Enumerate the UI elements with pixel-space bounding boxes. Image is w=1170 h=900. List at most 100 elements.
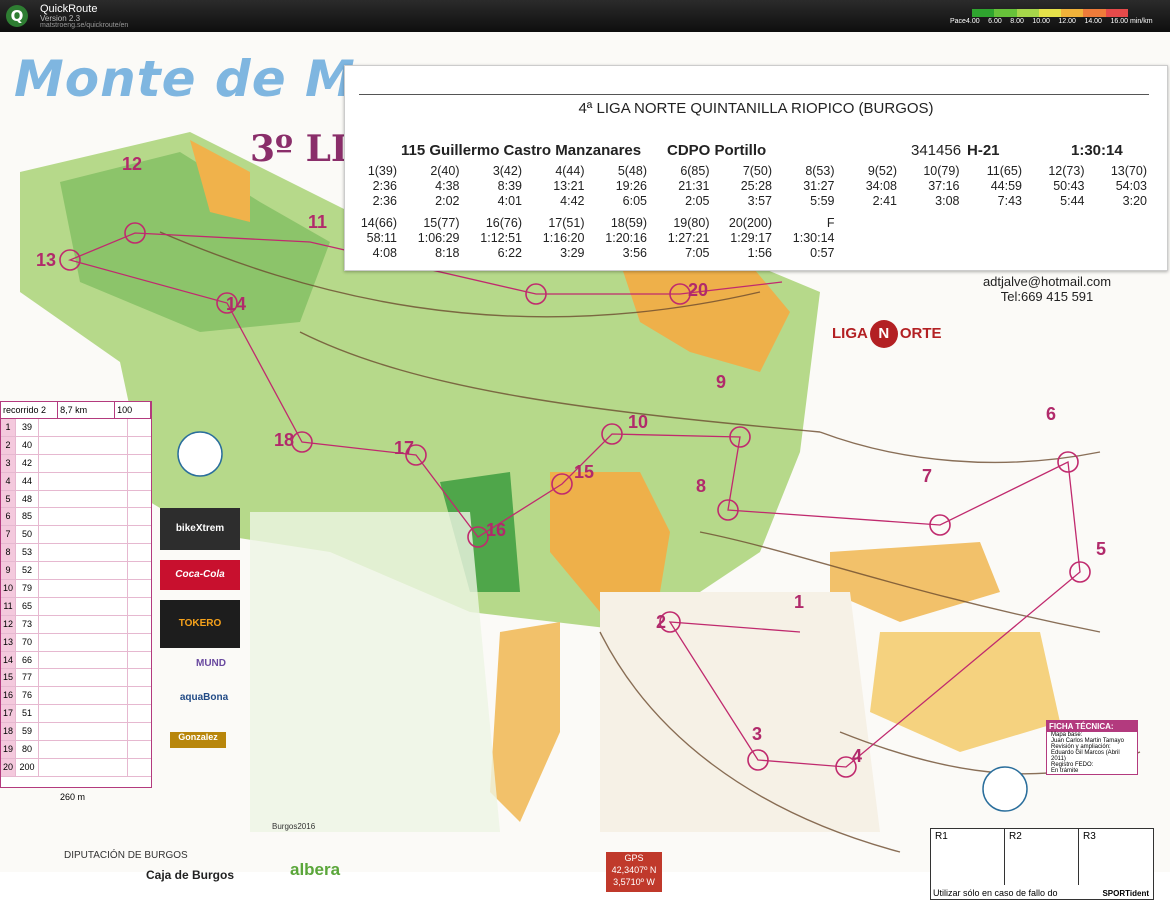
description-row: 17 51	[1, 705, 151, 724]
description-row: 7 50	[1, 526, 151, 545]
description-row: 2 40	[1, 436, 151, 455]
control-number: 3	[752, 724, 763, 744]
pace-tick: 16.00	[1110, 18, 1128, 25]
runner-name: 115 Guillermo Castro Manzanares	[401, 142, 642, 159]
split-cell: F 1:30:14 0:57	[792, 216, 835, 260]
pace-color-segment	[1038, 9, 1062, 17]
club-phone: Tel:669 415 591	[1000, 289, 1094, 304]
pace-tick: 12.00	[1058, 18, 1076, 25]
sponsor-bikextrem: bikeXtrem	[160, 508, 240, 550]
description-row: 10 79	[1, 580, 151, 598]
app-url[interactable]: matstroeng.se/quickroute/en	[40, 22, 128, 29]
technical-line: En trámite	[1051, 768, 1079, 774]
description-row: 1 39	[1, 419, 151, 437]
control-number: 7	[922, 466, 933, 486]
sportident-logo: SPORTident	[1102, 889, 1149, 898]
control-number: 1	[794, 592, 805, 612]
pace-tick: 14.00	[1084, 18, 1102, 25]
sponsor-aquabona: aquaBona	[179, 692, 229, 703]
control-description-sheet: recorrido 2 8,7 km 100 1 39 2 40 3 42 4 44 5 48 6 8…	[0, 401, 152, 788]
pace-color-segment	[994, 9, 1017, 17]
description-row: 5 48	[1, 490, 151, 509]
sponsor-burgos2016: Burgos2016	[272, 822, 316, 831]
control-number: 4	[852, 746, 863, 766]
split-times-panel[interactable]: 4ª LIGA NORTE QUINTANILLA RIOPICO (BURGO…	[344, 65, 1168, 271]
sponsor-diputacion: DIPUTACIÓN DE BURGOS	[64, 850, 188, 861]
pace-color-bar	[972, 9, 1128, 17]
pace-color-segment	[1105, 9, 1128, 17]
liga-norte-logo: LIGA N ORTE	[832, 320, 942, 348]
description-row: 14 66	[1, 651, 151, 670]
punch-backup-box: R1 R2 R3 Utilizar sólo en caso de fallo …	[930, 828, 1154, 900]
description-row: 16 76	[1, 687, 151, 706]
event-name: 4ª LIGA NORTE QUINTANILLA RIOPICO (BURGO…	[578, 100, 934, 117]
quickroute-logo-icon: Q	[6, 5, 28, 27]
description-row: 15 77	[1, 669, 151, 688]
sponsor-tokero: TOKERO	[160, 600, 240, 648]
pace-color-segment	[1016, 9, 1039, 17]
description-row: 13 70	[1, 633, 151, 652]
pace-color-segment	[1083, 9, 1106, 17]
control-number: 13	[36, 250, 57, 270]
title-bar: Q QuickRoute Version 2.3 matstroeng.se/q…	[0, 0, 1170, 32]
chip-number: 341456	[911, 142, 962, 159]
control-number: 5	[1096, 539, 1107, 559]
sponsor-caja-burgos: Caja de Burgos	[146, 868, 235, 882]
description-row: 8 53	[1, 544, 151, 563]
sponsor-albera: albera	[290, 860, 341, 879]
description-row: 4 44	[1, 472, 151, 491]
control-number: 8	[696, 476, 707, 496]
sponsor-gonzalez: Gonzalez	[170, 732, 226, 748]
pace-color-segment	[972, 9, 995, 17]
runner-category: H-21	[967, 142, 1000, 159]
orienteering-map[interactable]: Monte de Ma 3º LI 1 2 3 4 5 6 7 8 9 10 11 12 13 14 15 1…	[0, 32, 1170, 900]
total-time: 1:30:14	[1071, 142, 1123, 159]
control-number: 16	[486, 520, 507, 540]
description-row: 18 59	[1, 723, 151, 742]
description-row: 12 73	[1, 615, 151, 634]
control-number: 20	[688, 280, 709, 300]
r3-cell: R3	[1083, 831, 1096, 842]
control-number: 18	[274, 430, 295, 450]
control-number: 6	[1046, 404, 1057, 424]
pace-tick: 6.00	[988, 18, 1002, 25]
sponsor-cocacola: Coca-Cola	[160, 560, 240, 590]
technical-line: Eduardo Gil Marcos (Abril 2011)	[1051, 750, 1120, 762]
description-row: 9 52	[1, 562, 151, 581]
pace-ticks: 4.00 6.00 8.00 10.00 12.00 14.00 16.00	[966, 18, 1128, 25]
control-number: 15	[574, 462, 595, 482]
description-row: 3 42	[1, 454, 151, 473]
technical-sheet-title: FICHA TÉCNICA:	[1047, 721, 1137, 732]
split-cell: 13(70) 54:03 3:20	[1110, 164, 1147, 208]
r2-cell: R2	[1005, 829, 1079, 885]
club-email: adtjalve@hotmail.com	[982, 274, 1112, 289]
control-number: 14	[226, 294, 247, 314]
pace-unit: min/km	[1130, 18, 1153, 25]
description-row: 6 85	[1, 508, 151, 527]
runner-club: CDPO Portillo	[667, 142, 767, 159]
control-number: 17	[394, 438, 415, 458]
description-row: 19 80	[1, 741, 151, 759]
control-number: 2	[656, 612, 667, 632]
pace-label: Pace	[950, 18, 966, 25]
control-number: 12	[122, 154, 143, 174]
backup-note: Utilizar sólo en caso de fallo do	[933, 888, 1058, 898]
pace-tick: 4.00	[966, 18, 980, 25]
r1-cell: R1	[931, 829, 1005, 885]
description-row: 11 65	[1, 597, 151, 616]
control-number: 10	[628, 412, 649, 432]
gps-badge: GPS 42,3407º N 3,5710º W	[606, 852, 662, 892]
course-length: 8,7 km	[58, 402, 116, 418]
description-row: 20 200	[1, 758, 151, 777]
splits-divider	[359, 94, 1149, 95]
sponsor-mund: MUND	[196, 658, 226, 669]
course-climb: 100	[115, 402, 151, 418]
pace-tick: 10.00	[1032, 18, 1050, 25]
control-number: 9	[716, 372, 727, 392]
pace-tick: 8.00	[1010, 18, 1024, 25]
map-title: Monte de Ma	[14, 50, 391, 108]
pace-color-segment	[1061, 9, 1084, 17]
course-name: recorrido 2	[1, 402, 59, 418]
map-scale: 260 m	[60, 792, 86, 802]
technical-sheet: FICHA TÉCNICA: Mapa base: Juan Carlos Mar…	[1046, 720, 1138, 775]
